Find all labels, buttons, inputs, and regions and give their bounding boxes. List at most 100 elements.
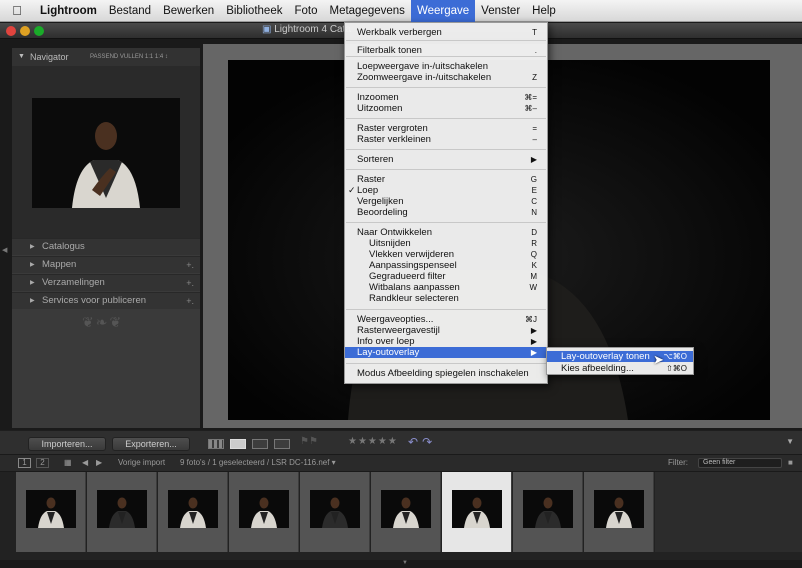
section-services-publiceren[interactable]: ▶ Services voor publiceren +.: [12, 292, 200, 309]
menu-item-uitsnijden[interactable]: Uitsnijden R: [345, 238, 547, 249]
navigator-zoom-modes[interactable]: PASSEND VULLEN 1:1 1:4 ↕: [90, 48, 168, 66]
filmstrip-thumbnail[interactable]: [513, 472, 583, 552]
filmstrip-source[interactable]: Vorige import: [118, 455, 165, 471]
export-button[interactable]: Exporteren...: [112, 437, 190, 451]
menu-app-lightroom[interactable]: Lightroom: [34, 0, 103, 22]
filter-select[interactable]: Geen filter: [698, 458, 782, 468]
menu-item-modus-afbeelding-spiegelen-inschakelen[interactable]: Modus Afbeelding spiegelen inschakelen: [345, 368, 547, 379]
section-catalogus[interactable]: ▶ Catalogus: [12, 238, 200, 255]
thumbnail-image: [452, 490, 502, 528]
section-verzamelingen[interactable]: ▶ Verzamelingen +.: [12, 274, 200, 291]
menu-weergave[interactable]: Weergave: [410, 0, 476, 22]
menu-item-uitzoomen[interactable]: Uitzoomen ⌘–: [345, 103, 547, 114]
menu-item-raster[interactable]: Raster G: [345, 174, 547, 185]
filter-lock-icon[interactable]: ■: [788, 455, 793, 471]
menu-item-vergelijken[interactable]: Vergelijken C: [345, 196, 547, 207]
apple-icon[interactable]: : [0, 3, 34, 18]
menu-item-shortcut: K: [531, 261, 537, 270]
menu-bibliotheek[interactable]: Bibliotheek: [220, 0, 288, 22]
menu-venster[interactable]: Venster: [475, 0, 526, 22]
add-service-button[interactable]: +.: [186, 293, 194, 309]
menu-item-randkleur-selecteren[interactable]: Randkleur selecteren: [345, 293, 547, 304]
toolbar-options-icon[interactable]: ▼: [786, 437, 794, 446]
rotate-left-icon[interactable]: ↶: [408, 435, 422, 449]
grid-view-icon[interactable]: [208, 439, 224, 449]
filter-label: Filter:: [668, 458, 688, 467]
filmstrip-thumbnail[interactable]: [371, 472, 441, 552]
thumbnail-image: [594, 490, 644, 528]
rotate-right-icon[interactable]: ↷: [422, 435, 436, 449]
menu-item-label: Aanpassingspenseel: [369, 260, 457, 271]
survey-view-icon[interactable]: [274, 439, 290, 449]
menu-item-label: Raster verkleinen: [357, 134, 431, 145]
page-1-button[interactable]: 1: [18, 458, 31, 468]
grid-icon[interactable]: ▦: [64, 455, 72, 471]
filmstrip-thumbnail[interactable]: [16, 472, 86, 552]
filmstrip-info[interactable]: 9 foto's / 1 geselecteerd / LSR DC-116.n…: [180, 455, 336, 471]
loupe-view-icon[interactable]: [230, 439, 246, 449]
section-mappen[interactable]: ▶ Mappen +.: [12, 256, 200, 273]
menu-item-vlekken-verwijderen[interactable]: Vlekken verwijderen Q: [345, 249, 547, 260]
navigator-preview-area: [12, 66, 200, 238]
menu-item-weergaveopties[interactable]: Weergaveopties... ⌘J: [345, 314, 547, 325]
filmstrip-collapse-icon[interactable]: ▼: [402, 560, 408, 566]
submenu-item-kies-afbeelding[interactable]: Kies afbeelding... ⇧⌘O: [547, 363, 693, 374]
forward-arrow-icon[interactable]: ▶: [96, 455, 102, 471]
menu-item-label: Kies afbeelding...: [561, 363, 634, 374]
filmstrip-thumbnail[interactable]: [584, 472, 654, 552]
filmstrip-thumbnail[interactable]: [229, 472, 299, 552]
menu-item-inzoomen[interactable]: Inzoomen ⌘=: [345, 92, 547, 103]
filmstrip-thumbnail[interactable]: [87, 472, 157, 552]
menu-help[interactable]: Help: [526, 0, 562, 22]
menu-item-werkbalk-verbergen[interactable]: Werkbalk verbergen T: [345, 27, 547, 38]
menu-item-sorteren[interactable]: Sorteren ▶: [345, 154, 547, 165]
menu-item-label: Lay-outoverlay tonen: [561, 351, 650, 362]
panel-end-ornament: ❦❧❦: [82, 314, 124, 330]
menu-item-aanpassingspenseel[interactable]: Aanpassingspenseel K: [345, 260, 547, 271]
compare-view-icon[interactable]: [252, 439, 268, 449]
filmstrip-thumbnail[interactable]: [300, 472, 370, 552]
menu-item-loep[interactable]: ✓ Loep E: [345, 185, 547, 196]
flag-icon[interactable]: ⚑⚑: [300, 436, 318, 447]
menu-bestand[interactable]: Bestand: [103, 0, 157, 22]
filmstrip-thumbnail[interactable]: [442, 472, 512, 552]
menu-item-raster-verkleinen[interactable]: Raster verkleinen –: [345, 134, 547, 145]
rating-stars[interactable]: ★★★★★: [348, 436, 398, 447]
checkmark-icon: ✓: [348, 185, 356, 195]
menu-item-label: Beoordeling: [357, 207, 408, 218]
menu-item-filterbalk-tonen[interactable]: Filterbalk tonen.: [345, 45, 547, 56]
menu-item-info-over-loep[interactable]: Info over loep ▶: [345, 336, 547, 347]
menu-item-label: Raster: [357, 174, 385, 185]
add-folder-button[interactable]: +.: [186, 257, 194, 273]
menu-item-label: Sorteren: [357, 154, 394, 165]
menu-item-witbalans-aanpassen[interactable]: Witbalans aanpassen W: [345, 282, 547, 293]
page-2-button[interactable]: 2: [36, 458, 49, 468]
minimize-window-button[interactable]: [20, 26, 30, 36]
navigator-preview-image[interactable]: [32, 98, 180, 208]
menu-item-naar-ontwikkelen[interactable]: Naar Ontwikkelen D: [345, 227, 547, 238]
menu-item-label: Modus Afbeelding spiegelen inschakelen: [357, 368, 529, 379]
menu-bewerken[interactable]: Bewerken: [157, 0, 220, 22]
menu-item-label: Weergaveopties...: [357, 314, 434, 325]
left-panel-collapse-icon[interactable]: ◀: [2, 246, 7, 254]
menu-foto[interactable]: Foto: [288, 0, 323, 22]
back-arrow-icon[interactable]: ◀: [82, 455, 88, 471]
menu-item-lay-outoverlay[interactable]: Lay-outoverlay ▶: [345, 347, 547, 358]
menu-item-loepweergave-in-uitschakelen[interactable]: Loepweergave in-/uitschakelen: [345, 61, 547, 72]
menu-item-raster-vergroten[interactable]: Raster vergroten =: [345, 123, 547, 134]
close-window-button[interactable]: [6, 26, 16, 36]
menu-metagegevens[interactable]: Metagegevens: [323, 0, 410, 22]
menu-item-rasterweergavestijl[interactable]: Rasterweergavestijl ▶: [345, 325, 547, 336]
menu-item-beoordeling[interactable]: Beoordeling N: [345, 207, 547, 218]
add-collection-button[interactable]: +.: [186, 275, 194, 291]
submenu-item-lay-outoverlay-tonen[interactable]: Lay-outoverlay tonen ⌥⌘O: [547, 351, 693, 362]
filmstrip-thumbnail[interactable]: [158, 472, 228, 552]
menu-item-zoomweergave-in-uitschakelen[interactable]: Zoomweergave in-/uitschakelen Z: [345, 72, 547, 83]
zoom-window-button[interactable]: [34, 26, 44, 36]
filmstrip-empty-area: [655, 472, 802, 552]
menu-item-gegradueerd-filter[interactable]: Gegradueerd filter M: [345, 271, 547, 282]
navigator-header[interactable]: ▼ Navigator PASSEND VULLEN 1:1 1:4 ↕: [12, 48, 200, 66]
import-button[interactable]: Importeren...: [28, 437, 106, 451]
menubar:  Lightroom Bestand Bewerken Bibliotheek…: [0, 0, 802, 22]
menu-item-label: Uitzoomen: [357, 103, 403, 114]
